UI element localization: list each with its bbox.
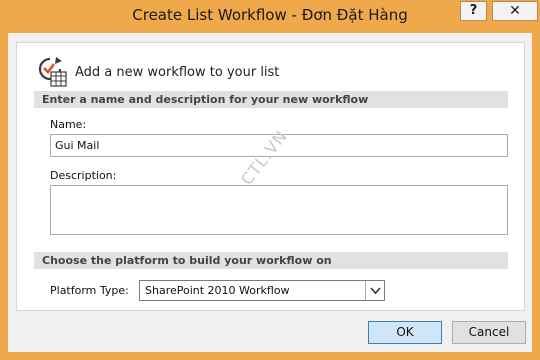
close-button[interactable]: ✕	[492, 1, 538, 21]
dialog-body: Add a new workflow to your list Enter a …	[8, 33, 532, 352]
name-description-section-heading: Enter a name and description for your ne…	[34, 91, 508, 108]
description-field[interactable]	[50, 185, 508, 235]
dropdown-arrow-button[interactable]	[365, 281, 384, 300]
platform-type-label: Platform Type:	[50, 284, 129, 297]
ok-button[interactable]: OK	[368, 321, 442, 344]
header-text: Add a new workflow to your list	[75, 65, 280, 80]
help-button[interactable]: ?	[460, 1, 487, 21]
cancel-button[interactable]: Cancel	[452, 321, 526, 344]
platform-type-select[interactable]: SharePoint 2010 Workflow	[139, 280, 385, 301]
dialog-header: Add a new workflow to your list	[34, 56, 394, 87]
dialog-window: Create List Workflow - Đơn Đặt Hàng ? ✕ …	[0, 0, 540, 360]
content-panel: Add a new workflow to your list Enter a …	[16, 42, 525, 311]
chevron-down-icon	[370, 287, 381, 295]
dialog-title: Create List Workflow - Đơn Đặt Hàng	[132, 6, 408, 24]
name-label: Name:	[50, 118, 87, 131]
platform-section-heading: Choose the platform to build your workfl…	[34, 252, 508, 269]
platform-type-value: SharePoint 2010 Workflow	[145, 284, 290, 297]
description-label: Description:	[50, 169, 117, 182]
workflow-icon	[38, 57, 67, 87]
title-bar[interactable]: Create List Workflow - Đơn Đặt Hàng ? ✕	[0, 0, 540, 33]
